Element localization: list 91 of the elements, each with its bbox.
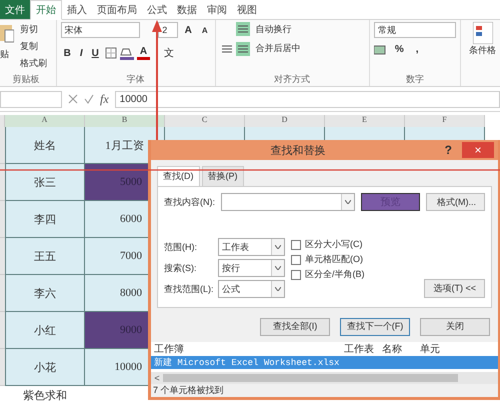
ribbon-tab[interactable]: 页面布局 xyxy=(92,0,142,19)
dialog-tab[interactable]: 查找(D) xyxy=(157,166,200,188)
close-button[interactable]: × xyxy=(462,142,494,158)
ribbon-tab[interactable]: 审阅 xyxy=(202,0,232,19)
clipboard-button[interactable]: 剪切 xyxy=(18,22,49,37)
align-middle-icon xyxy=(236,22,250,36)
status-text: 7 个单元格被找到 xyxy=(151,384,498,397)
table-cell: 李六 xyxy=(5,275,85,312)
ribbon-tab[interactable]: 视图 xyxy=(232,0,262,19)
find-label: 查找内容(N): xyxy=(164,196,215,209)
table-cell-text: 紫色求和 xyxy=(22,388,68,401)
find-field[interactable] xyxy=(221,193,356,212)
dropdown-icon xyxy=(275,287,281,292)
enter-icon xyxy=(84,94,94,104)
cancel-icon xyxy=(68,94,78,104)
dialog-button[interactable]: 关闭 xyxy=(420,318,490,336)
percent-button[interactable]: % xyxy=(392,44,407,55)
comma-button[interactable]: , xyxy=(412,44,422,55)
font-style-button[interactable]: I xyxy=(76,48,86,58)
name-box[interactable] xyxy=(0,90,62,108)
option-select[interactable]: 公式 xyxy=(218,280,285,298)
result-column-header: 名称 xyxy=(382,343,403,356)
row-header[interactable] xyxy=(0,164,5,201)
help-button[interactable]: ? xyxy=(444,143,452,158)
merge-center-button[interactable]: 合并后居中 xyxy=(254,41,303,56)
font-color-button[interactable]: A xyxy=(136,46,150,60)
paste-label[interactable]: 贴 xyxy=(0,48,9,61)
column-header[interactable]: A xyxy=(5,115,85,127)
clipboard-button[interactable]: 复制 xyxy=(18,39,49,54)
group-label: 数字 xyxy=(404,73,425,86)
ribbon-tab[interactable]: 开始 xyxy=(30,0,62,20)
dropdown-icon xyxy=(275,266,281,270)
option-label: 查找范围(L): xyxy=(164,282,214,296)
ribbon-tab[interactable]: 公式 xyxy=(142,0,172,19)
phonetic-button[interactable]: 文 xyxy=(161,46,178,60)
fill-color-icon xyxy=(120,46,134,60)
dropdown-icon xyxy=(345,200,352,204)
font-name-field[interactable]: 宋体 xyxy=(60,22,140,38)
format-button[interactable]: 格式(M)... xyxy=(426,193,485,212)
shrink-font-button[interactable]: A xyxy=(198,26,211,34)
column-header[interactable]: C xyxy=(165,115,245,127)
scroll-left-button[interactable]: < xyxy=(151,373,163,383)
scrollbar-thumb[interactable] xyxy=(163,374,458,382)
wrap-text-button[interactable]: 自动换行 xyxy=(254,22,303,37)
option-label: 范围(H): xyxy=(164,240,198,254)
select-all-corner[interactable] xyxy=(0,115,5,127)
column-header[interactable]: F xyxy=(405,115,485,127)
dialog-title: 查找和替换 xyxy=(269,144,326,158)
option-select[interactable]: 工作表 xyxy=(218,238,285,256)
dialog-tab[interactable]: 替换(P) xyxy=(202,166,244,186)
currency-icon xyxy=(374,44,386,54)
checkbox-label: 区分大小写(C) xyxy=(305,238,362,252)
dialog-button[interactable]: 查找下一个(F) xyxy=(340,318,410,336)
checkbox-label: 单元格匹配(O) xyxy=(305,253,363,266)
font-style-button[interactable]: B xyxy=(60,48,74,58)
border-icon xyxy=(104,47,117,59)
insert-function-button[interactable]: fx xyxy=(100,92,109,106)
column-header[interactable]: E xyxy=(325,115,405,127)
ribbon-tab[interactable]: 文件 xyxy=(0,0,30,19)
table-cell: 李四 xyxy=(5,201,85,238)
number-format-field[interactable]: 常规 xyxy=(374,22,456,38)
ribbon-tab[interactable]: 数据 xyxy=(172,0,202,19)
group-label: 剪贴板 xyxy=(11,73,40,86)
option-select[interactable]: 按行 xyxy=(218,259,285,278)
clipboard-button[interactable]: 格式刷 xyxy=(18,56,49,71)
align-center-icon xyxy=(236,42,250,56)
font-size-field[interactable]: 2 xyxy=(158,22,178,38)
column-header[interactable]: D xyxy=(245,115,325,127)
checkbox[interactable] xyxy=(291,270,301,280)
options-button[interactable]: 选项(T) << xyxy=(424,279,485,298)
checkbox-label: 区分全/半角(B) xyxy=(305,268,364,282)
table-cell: 小花 xyxy=(5,349,85,386)
checkbox[interactable] xyxy=(291,254,301,265)
checkbox[interactable] xyxy=(291,240,301,250)
table-cell: 王五 xyxy=(5,238,85,275)
result-column-header: 工作表 xyxy=(344,342,375,356)
column-header[interactable]: B xyxy=(85,115,165,127)
dropdown-icon xyxy=(275,245,281,250)
formula-field[interactable]: 10000 xyxy=(114,90,500,108)
ribbon-tab[interactable]: 插入 xyxy=(62,0,92,19)
group-label: 对齐方式 xyxy=(273,73,312,86)
dialog-button[interactable]: 查找全部(I) xyxy=(260,318,330,336)
option-label: 搜索(S): xyxy=(164,262,198,275)
table-cell: 张三 xyxy=(5,164,85,201)
group-label: 字体 xyxy=(126,73,146,86)
font-style-button[interactable]: U xyxy=(88,48,102,58)
result-column-header: 单元 xyxy=(420,342,441,356)
grow-font-button[interactable]: A xyxy=(182,24,195,36)
conditional-format-button[interactable]: 条件格 xyxy=(469,44,496,57)
table-cell: 小红 xyxy=(5,312,85,349)
table-cell: 姓名 xyxy=(5,127,85,164)
